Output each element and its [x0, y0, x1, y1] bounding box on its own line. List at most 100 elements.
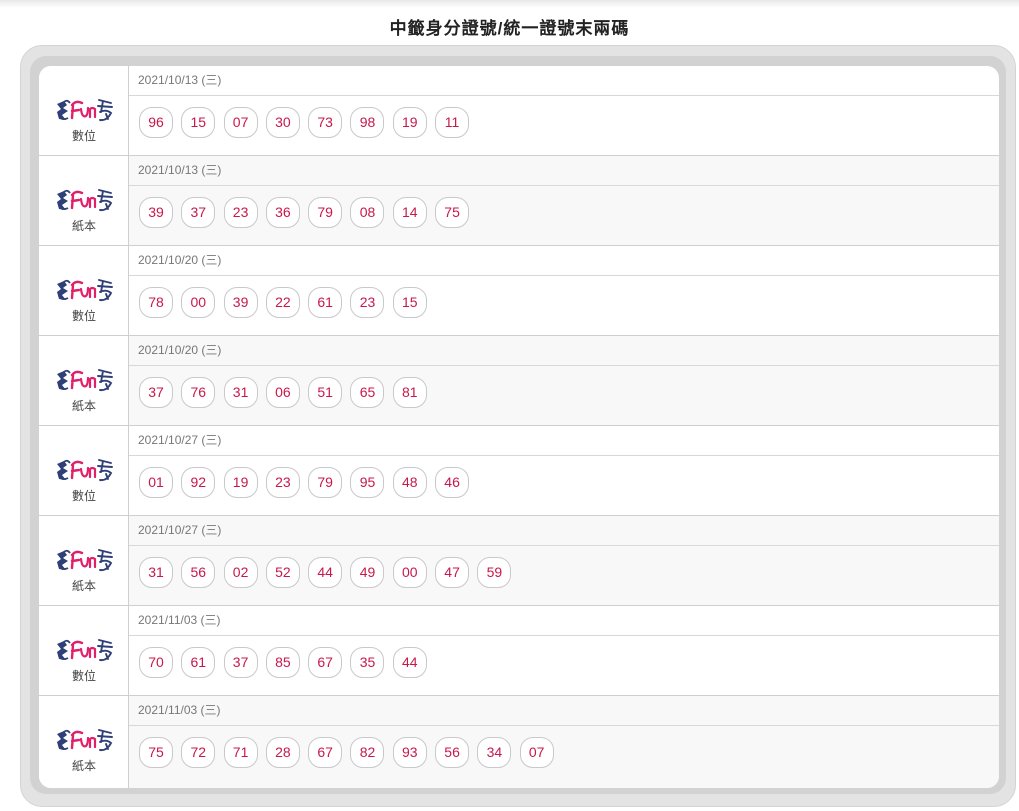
- entry-type-label: 數位: [71, 129, 96, 143]
- number-badge: 39: [139, 197, 173, 228]
- number-badge: 22: [265, 287, 300, 318]
- number-badge: 23: [350, 287, 385, 318]
- number-badge: 02: [223, 557, 258, 588]
- entry-type-label: 數位: [71, 489, 96, 503]
- logo-cell: 數位: [39, 246, 129, 335]
- number-badge: 82: [350, 737, 385, 768]
- top-shadow-bar: [0, 0, 1019, 8]
- draw-date: 2021/10/13 (三): [129, 66, 999, 96]
- number-badge: 34: [477, 737, 512, 768]
- fun-logo-icon: [57, 549, 113, 572]
- row-content: 2021/11/03 (三) 70 61 37 85 67 35 44: [129, 606, 999, 695]
- number-badge: 75: [139, 737, 173, 768]
- result-row-3: 數位 2021/10/20 (三) 78 00 39 22 61 23 15: [39, 246, 999, 336]
- logo-cell: 數位: [39, 606, 129, 695]
- number-badge: 07: [223, 107, 258, 138]
- number-badge: 39: [223, 287, 258, 318]
- entry-type-label: 紙本: [71, 579, 96, 593]
- draw-date: 2021/10/27 (三): [129, 516, 999, 546]
- number-badge: 37: [181, 197, 216, 228]
- number-badge: 23: [265, 467, 300, 498]
- result-row-6: 紙本 2021/10/27 (三) 31 56 02 52 44 49 00 47 59: [39, 516, 999, 606]
- logo-cell: 紙本: [39, 156, 129, 245]
- result-row-8: 紙本 2021/11/03 (三) 75 72 71 28 67 82 93 56 34 07: [39, 696, 999, 788]
- logo-cell: 紙本: [39, 516, 129, 605]
- number-badge: 01: [139, 467, 173, 498]
- number-badge: 56: [435, 737, 470, 768]
- number-badge: 81: [392, 377, 427, 408]
- number-badge: 61: [308, 287, 343, 318]
- winning-numbers-list: 31 56 02 52 44 49 00 47 59: [139, 557, 520, 591]
- results-inner-frame: 數位 2021/10/13 (三) 96 15 07 30 73 98 19 11 紙本 20…: [30, 56, 1006, 794]
- number-badge: 31: [223, 377, 258, 408]
- number-badge: 85: [265, 647, 300, 678]
- row-content: 2021/10/13 (三) 39 37 23 36 79 08 14 75: [129, 156, 999, 245]
- row-content: 2021/10/27 (三) 31 56 02 52 44 49 00 47 59: [129, 516, 999, 605]
- number-badge: 95: [350, 467, 385, 498]
- number-badge: 78: [139, 287, 173, 318]
- number-badge: 19: [223, 467, 258, 498]
- row-content: 2021/10/13 (三) 96 15 07 30 73 98 19 11: [129, 66, 999, 155]
- number-badge: 92: [181, 467, 216, 498]
- winning-numbers-list: 96 15 07 30 73 98 19 11: [139, 107, 477, 141]
- result-row-4: 紙本 2021/10/20 (三) 37 76 31 06 51 65 81: [39, 336, 999, 426]
- number-badge: 65: [350, 377, 385, 408]
- number-badge: 30: [265, 107, 300, 138]
- number-badge: 49: [350, 557, 385, 588]
- winning-numbers-list: 37 76 31 06 51 65 81: [139, 377, 435, 411]
- number-badge: 00: [392, 557, 427, 588]
- number-badge: 44: [308, 557, 343, 588]
- fun-logo-icon: [57, 189, 113, 212]
- number-badge: 46: [435, 467, 470, 498]
- number-badge: 70: [139, 647, 173, 678]
- fun-logo-icon: [57, 459, 113, 482]
- number-badge: 52: [265, 557, 300, 588]
- number-badge: 61: [181, 647, 216, 678]
- number-badge: 59: [477, 557, 512, 588]
- logo-cell: 紙本: [39, 336, 129, 425]
- number-badge: 56: [181, 557, 216, 588]
- logo-cell: 紙本: [39, 696, 129, 788]
- entry-type-label: 紙本: [71, 219, 96, 233]
- number-badge: 00: [181, 287, 216, 318]
- fun-logo-icon: [57, 639, 113, 662]
- result-row-5: 數位 2021/10/27 (三) 01 92 19 23 79 95 48 46: [39, 426, 999, 516]
- results-outer-frame: 數位 2021/10/13 (三) 96 15 07 30 73 98 19 11 紙本 20…: [20, 45, 1016, 807]
- number-badge: 14: [392, 197, 427, 228]
- number-badge: 08: [350, 197, 385, 228]
- number-badge: 31: [139, 557, 173, 588]
- number-badge: 23: [223, 197, 258, 228]
- number-badge: 93: [392, 737, 427, 768]
- winning-numbers-list: 01 92 19 23 79 95 48 46: [139, 467, 477, 501]
- number-badge: 28: [265, 737, 300, 768]
- logo-cell: 數位: [39, 66, 129, 155]
- fun-logo-icon: [57, 279, 113, 302]
- row-content: 2021/11/03 (三) 75 72 71 28 67 82 93 56 34 07: [129, 696, 999, 788]
- logo-cell: 數位: [39, 426, 129, 515]
- entry-type-label: 數位: [71, 309, 96, 323]
- draw-date: 2021/10/20 (三): [129, 336, 999, 366]
- number-badge: 11: [435, 107, 470, 138]
- number-badge: 19: [392, 107, 427, 138]
- number-badge: 72: [181, 737, 216, 768]
- draw-date: 2021/10/20 (三): [129, 246, 999, 276]
- row-content: 2021/10/20 (三) 78 00 39 22 61 23 15: [129, 246, 999, 335]
- entry-type-label: 數位: [71, 669, 96, 683]
- winning-numbers-list: 78 00 39 22 61 23 15: [139, 287, 435, 321]
- fun-logo-icon: [57, 369, 113, 392]
- number-badge: 37: [223, 647, 258, 678]
- winning-numbers-list: 70 61 37 85 67 35 44: [139, 647, 435, 681]
- number-badge: 96: [139, 107, 173, 138]
- number-badge: 47: [435, 557, 470, 588]
- number-badge: 37: [139, 377, 173, 408]
- number-badge: 35: [350, 647, 385, 678]
- winning-numbers-list: 39 37 23 36 79 08 14 75: [139, 197, 477, 231]
- draw-date: 2021/10/27 (三): [129, 426, 999, 456]
- number-badge: 44: [392, 647, 427, 678]
- fun-logo-icon: [57, 99, 113, 122]
- number-badge: 79: [308, 197, 343, 228]
- number-badge: 67: [308, 737, 343, 768]
- page-title: 中籤身分證號/統一證號末兩碼: [389, 19, 630, 38]
- number-badge: 71: [223, 737, 258, 768]
- entry-type-label: 紙本: [71, 759, 96, 773]
